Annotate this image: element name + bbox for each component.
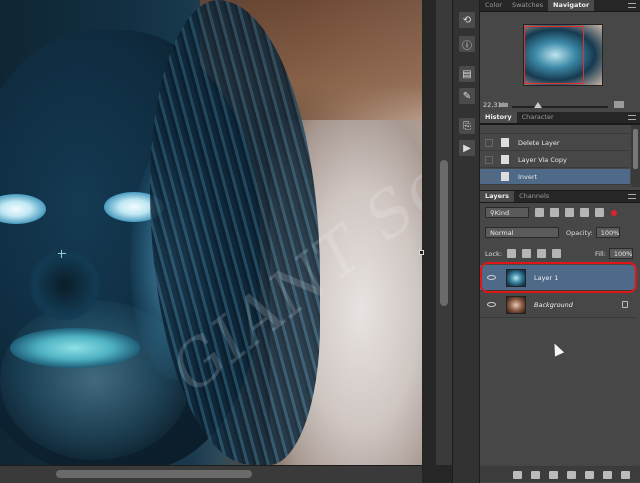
vertical-scroll-thumb[interactable] [440, 160, 448, 306]
fill-label: Fill: [595, 249, 606, 258]
history-item-selected[interactable]: Invert [480, 169, 630, 185]
resize-handle[interactable] [419, 250, 424, 255]
document-icon [501, 155, 509, 164]
adjustment-filter-icon[interactable] [550, 208, 559, 217]
layer-name[interactable]: Background [534, 301, 573, 309]
zoom-slider-knob[interactable] [534, 102, 542, 108]
layer-thumbnail [506, 295, 526, 314]
document-icon [501, 138, 509, 147]
history-scroll-thumb[interactable] [633, 129, 638, 169]
opacity-input[interactable]: 100% [595, 227, 620, 238]
history-snapshot-checkbox[interactable] [485, 138, 493, 147]
lock-position-icon[interactable] [537, 249, 547, 258]
tab-navigator[interactable]: Navigator [548, 0, 595, 11]
photoshop-window: GIANT Solutions ⟲ ⓘ ▤ ✎ ⎘ ▶ Color Swatch… [0, 0, 640, 483]
layers-panel: Layers Channels ⚲ Kind Normal Opacity: 1… [480, 190, 640, 483]
lock-icon [622, 301, 628, 308]
right-panels: Color Swatches Navigator 22,31% History … [480, 0, 640, 483]
filter-kind-value: Kind [494, 208, 510, 217]
tab-color[interactable]: Color [480, 0, 507, 11]
history-snapshot-checkbox[interactable] [485, 172, 493, 181]
filter-row: ⚲ Kind [480, 207, 640, 218]
layer-row-background[interactable]: Background [480, 292, 636, 318]
eye-icon[interactable] [487, 302, 496, 307]
history-snapshot-checkbox[interactable] [485, 155, 493, 164]
smart-object-filter-icon[interactable] [595, 208, 604, 217]
tab-character[interactable]: Character [517, 112, 559, 123]
history-scrollbar[interactable] [631, 125, 640, 187]
history-item-label: Invert [518, 172, 538, 181]
history-brush-icon[interactable]: ⟲ [459, 12, 475, 28]
tab-swatches[interactable]: Swatches [507, 0, 548, 11]
history-item-label: Layer Via Copy [518, 155, 567, 164]
panel-menu-icon[interactable] [628, 115, 636, 120]
navigator-panel: 22,31% [480, 12, 640, 112]
history-tabs: History Character [480, 112, 640, 124]
photo-nose [30, 250, 100, 320]
document-icon [501, 172, 509, 181]
zoom-out-icon[interactable] [500, 103, 508, 107]
fill-input[interactable]: 100% [608, 248, 633, 259]
shape-filter-icon[interactable] [580, 208, 589, 217]
canvas-area[interactable]: GIANT Solutions [0, 0, 452, 483]
actions-icon[interactable]: ▶ [459, 140, 475, 156]
tab-layers[interactable]: Layers [480, 191, 515, 202]
blend-mode-select[interactable]: Normal [485, 227, 559, 238]
history-item-partial[interactable] [480, 125, 630, 134]
adjustment-layer-icon[interactable] [567, 470, 576, 479]
layer-mask-icon[interactable] [549, 470, 558, 479]
filter-toggle-icon[interactable] [611, 209, 617, 216]
new-layer-icon[interactable] [603, 470, 612, 479]
zoom-slider[interactable] [512, 106, 608, 108]
info-icon[interactable]: ⓘ [459, 36, 475, 52]
brush-preset-icon[interactable]: ✎ [459, 88, 475, 104]
history-item[interactable]: Layer Via Copy [480, 152, 630, 168]
lock-row: Lock: Fill: 100% [480, 248, 640, 259]
opacity-label: Opacity: [566, 228, 593, 237]
trash-icon[interactable] [621, 470, 630, 479]
lock-image-icon[interactable] [522, 249, 532, 258]
type-filter-icon[interactable] [565, 208, 574, 217]
tab-channels[interactable]: Channels [514, 191, 554, 202]
layer-style-icon[interactable] [531, 470, 540, 479]
photo-lips [10, 328, 140, 368]
vertical-scrollbar[interactable] [436, 0, 452, 465]
properties-icon[interactable]: ▤ [459, 66, 475, 82]
clone-source-icon[interactable]: ⎘ [459, 118, 475, 134]
lock-label: Lock: [485, 249, 503, 258]
panel-menu-icon[interactable] [628, 3, 636, 8]
panel-menu-icon[interactable] [628, 194, 636, 199]
navigator-view-box[interactable] [524, 26, 584, 84]
zoom-in-icon[interactable] [614, 101, 624, 108]
lock-all-icon[interactable] [552, 249, 562, 258]
filter-kind-select[interactable]: ⚲ Kind [485, 207, 529, 218]
crosshair-icon [58, 250, 66, 258]
blend-row: Normal Opacity: 100% [480, 227, 640, 238]
navigator-tabs: Color Swatches Navigator [480, 0, 640, 12]
lock-transparent-icon[interactable] [507, 249, 517, 258]
panel-dock-strip: ⟲ ⓘ ▤ ✎ ⎘ ▶ [452, 0, 480, 483]
layers-tabs: Layers Channels [480, 191, 640, 203]
history-item-label: Delete Layer [518, 138, 560, 147]
pixel-filter-icon[interactable] [535, 208, 544, 217]
link-layers-icon[interactable] [513, 470, 522, 479]
new-group-icon[interactable] [585, 470, 594, 479]
history-item[interactable]: Delete Layer [480, 135, 630, 151]
horizontal-scroll-thumb[interactable] [56, 470, 252, 478]
horizontal-scrollbar[interactable] [0, 465, 422, 483]
layers-footer [480, 466, 640, 482]
tab-history[interactable]: History [480, 112, 517, 123]
highlight-annotation [480, 262, 637, 293]
inverted-photo[interactable]: GIANT Solutions [0, 0, 422, 465]
